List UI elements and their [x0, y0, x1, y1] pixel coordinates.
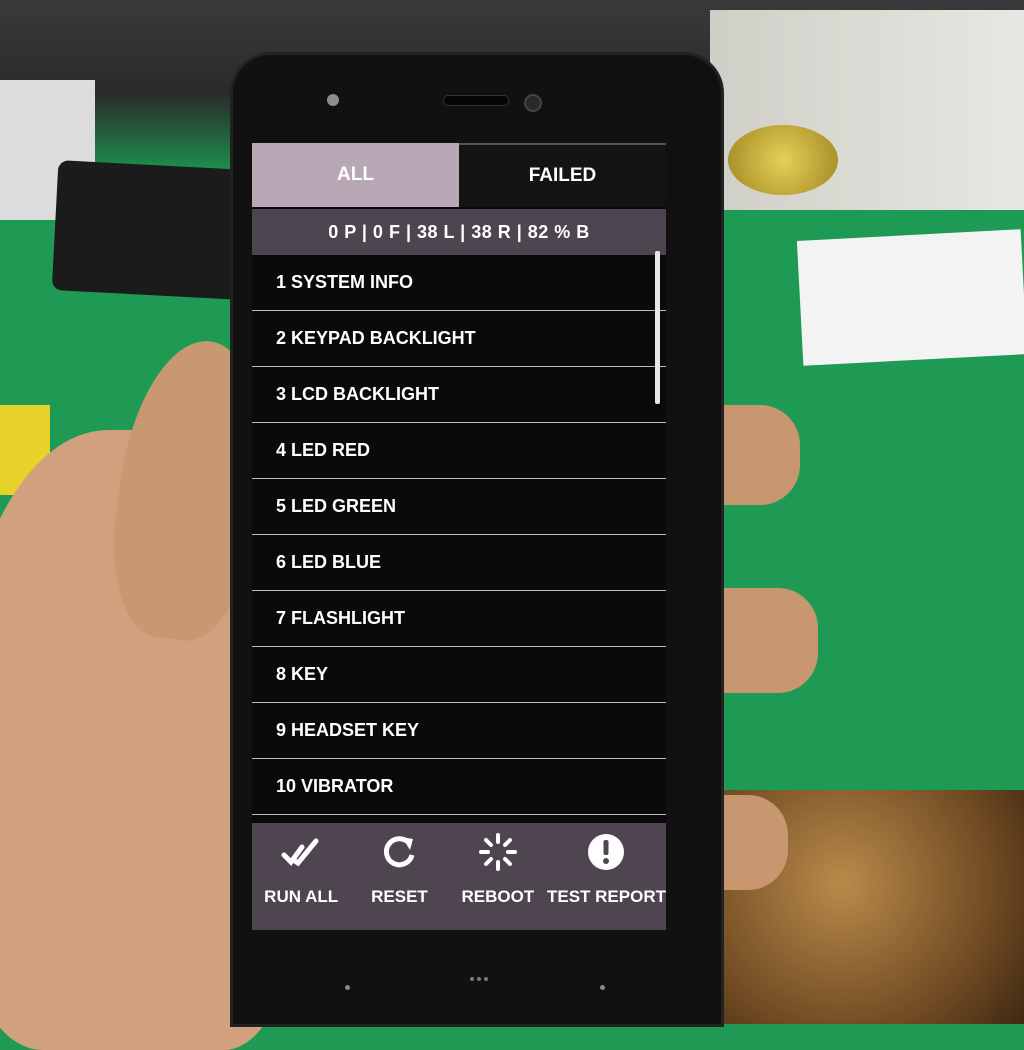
front-camera [524, 94, 542, 112]
earpiece-speaker [443, 95, 509, 106]
list-item[interactable]: 10 VIBRATOR [252, 759, 666, 815]
list-item[interactable]: 4 LED RED [252, 423, 666, 479]
exclamation-icon [588, 834, 625, 870]
nav-back-dot[interactable] [345, 985, 350, 990]
spinner-icon [478, 833, 517, 871]
list-item[interactable]: 9 HEADSET KEY [252, 703, 666, 759]
reboot-label: REBOOT [461, 887, 535, 906]
tab-bar: ALL FAILED [252, 143, 666, 207]
list-item[interactable]: 2 KEYPAD BACKLIGHT [252, 311, 666, 367]
run-all-label: RUN ALL [264, 887, 339, 906]
list-item[interactable]: 5 LED GREEN [252, 479, 666, 535]
background-paper [796, 229, 1024, 366]
test-report-label: TEST REPORT [546, 887, 666, 906]
proximity-sensor [327, 94, 339, 106]
status-summary: 0 P | 0 F | 38 L | 38 R | 82 % B [252, 209, 666, 255]
double-check-icon [281, 838, 319, 867]
home-indicator [470, 968, 500, 981]
list-scrollbar[interactable] [655, 251, 660, 404]
brass-tip-cleaner [728, 125, 838, 195]
list-item[interactable]: 3 LCD BACKLIGHT [252, 367, 666, 423]
list-item[interactable]: 7 FLASHLIGHT [252, 591, 666, 647]
list-item[interactable]: 6 LED BLUE [252, 535, 666, 591]
reboot-button[interactable]: REBOOT [449, 823, 547, 930]
list-item[interactable]: 8 KEY [252, 647, 666, 703]
nav-recent-dot[interactable] [600, 985, 605, 990]
test-list: 1 SYSTEM INFO 2 KEYPAD BACKLIGHT 3 LCD B… [252, 255, 666, 827]
background-phone [51, 160, 249, 300]
test-report-button[interactable]: TEST REPORT [547, 823, 666, 930]
reset-label: RESET [371, 887, 428, 906]
reset-button[interactable]: RESET [350, 823, 448, 930]
tab-failed[interactable]: FAILED [459, 143, 666, 207]
run-all-button[interactable]: RUN ALL [252, 823, 350, 930]
refresh-icon [384, 836, 415, 868]
action-bar: RUN ALL RESET REBOOT TEST REPORT [252, 823, 666, 930]
tab-all[interactable]: ALL [252, 143, 459, 207]
test-app-screen: ALL FAILED 0 P | 0 F | 38 L | 38 R | 82 … [252, 143, 666, 930]
list-item[interactable]: 1 SYSTEM INFO [252, 255, 666, 311]
